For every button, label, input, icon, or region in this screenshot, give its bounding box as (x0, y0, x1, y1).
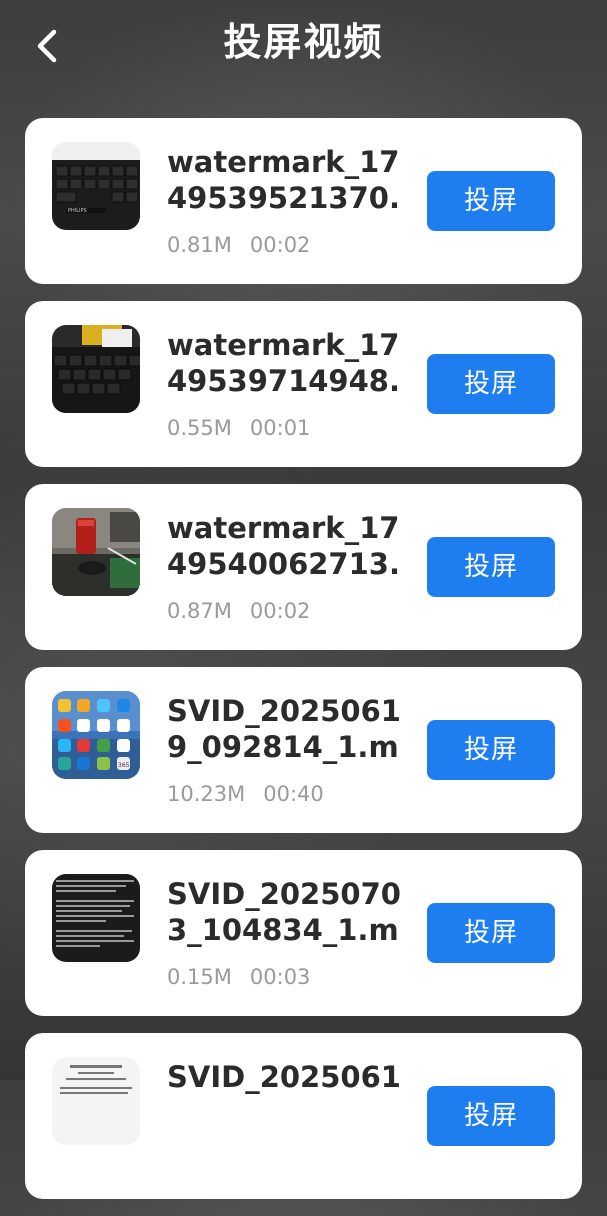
video-thumbnail[interactable]: 365 (52, 691, 140, 779)
video-file-size: 0.55M (167, 416, 232, 440)
cast-button[interactable]: 投屏 (427, 354, 555, 414)
video-thumbnail[interactable]: PHILIPS (52, 142, 140, 230)
video-duration: 00:03 (249, 965, 311, 989)
video-meta: 0.87M 00:02 (167, 596, 328, 626)
video-file-name: watermark_1749540062713. (167, 511, 400, 581)
video-file-name: watermark_1749539714948. (167, 328, 400, 398)
video-file-name: SVID_20250703_104834_1.m (167, 877, 401, 947)
video-card[interactable]: SVID_2025061 投屏 (25, 1033, 582, 1199)
video-list: PHILIPS watermark_1749539521370. 0.81M 00… (25, 118, 582, 1216)
video-thumbnail[interactable] (52, 325, 140, 413)
video-duration: 00:01 (249, 416, 311, 440)
video-card[interactable]: watermark_1749539714948. 0.55M 00:01 投屏 (25, 301, 582, 467)
video-meta (167, 1145, 203, 1175)
cast-button[interactable]: 投屏 (427, 537, 555, 597)
video-meta: 0.81M 00:02 (167, 230, 328, 260)
video-duration: 00:40 (263, 782, 324, 806)
video-meta: 0.55M 00:01 (167, 413, 328, 443)
video-file-size: 0.87M (167, 599, 232, 623)
video-meta: 10.23M 00:40 (167, 779, 342, 809)
video-card[interactable]: SVID_20250703_104834_1.m 0.15M 00:03 投屏 (25, 850, 582, 1016)
cast-button[interactable]: 投屏 (427, 903, 555, 963)
video-meta: 0.15M 00:03 (167, 962, 328, 992)
top-bar: 投屏视频 (0, 0, 607, 90)
svg-text:365: 365 (118, 762, 130, 769)
cast-button[interactable]: 投屏 (427, 171, 555, 231)
video-thumbnail[interactable] (52, 874, 140, 962)
video-file-name: SVID_20250619_092814_1.m (167, 694, 401, 764)
cast-button[interactable]: 投屏 (427, 1086, 555, 1146)
cast-button[interactable]: 投屏 (427, 720, 555, 780)
video-duration: 00:02 (249, 233, 311, 257)
video-thumbnail[interactable] (52, 508, 140, 596)
video-file-name: SVID_2025061 (167, 1060, 401, 1094)
video-duration: 00:02 (249, 599, 311, 623)
page-title: 投屏视频 (223, 20, 384, 64)
video-thumbnail[interactable] (52, 1057, 140, 1145)
video-card[interactable]: PHILIPS watermark_1749539521370. 0.81M 00… (25, 118, 582, 284)
video-file-name: watermark_1749539521370. (167, 145, 400, 215)
video-card[interactable]: watermark_1749540062713. 0.87M 00:02 投屏 (25, 484, 582, 650)
video-card[interactable]: 365 SVID_20250619_092814_1.m 10.23M 00:40… (25, 667, 582, 833)
video-file-size: 0.81M (167, 233, 232, 257)
video-file-size: 10.23M (167, 782, 246, 806)
video-file-size: 0.15M (167, 965, 232, 989)
svg-text:PHILIPS: PHILIPS (68, 208, 87, 214)
